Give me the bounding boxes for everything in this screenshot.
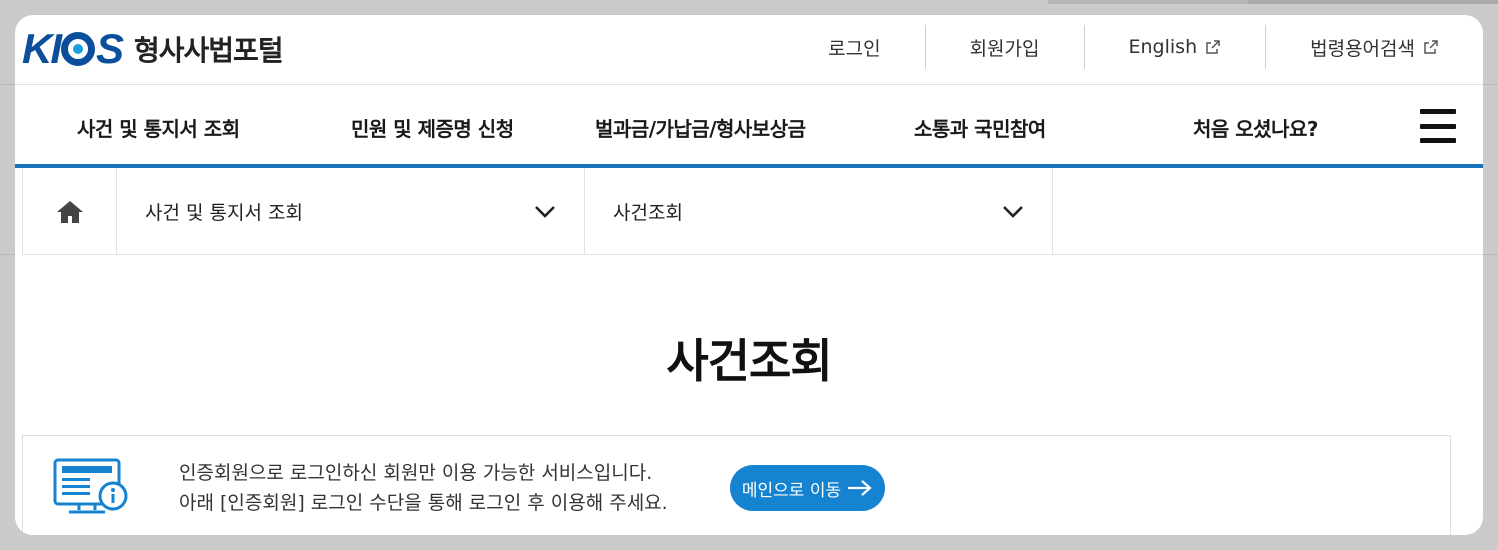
english-link[interactable]: English <box>1083 25 1266 69</box>
monitor-info-icon <box>53 458 128 514</box>
login-label: 로그인 <box>828 37 881 60</box>
legal-terms-label: 법령용어검색 <box>1310 37 1415 60</box>
site-header: KI S 형사사법포털 로그인 회원가입 English 법령용어검색 <box>15 15 1483 85</box>
nav-fines[interactable]: 벌과금/가납금/형사보상금 <box>595 113 806 142</box>
notice-message: 인증회원으로 로그인하신 회원만 이용 가능한 서비스입니다. 아래 [인증회원… <box>179 458 668 518</box>
go-main-label: 메인으로 이동 <box>741 480 842 501</box>
signup-label: 회원가입 <box>969 37 1040 60</box>
breadcrumb-level1-select[interactable]: 사건 및 통지서 조회 <box>117 168 585 255</box>
site-logo[interactable]: KI S 형사사법포털 <box>22 25 284 72</box>
arrow-right-icon <box>848 480 872 496</box>
home-button[interactable] <box>22 168 117 255</box>
background-strip <box>1048 0 1498 4</box>
main-navigation: 사건 및 통지서 조회 민원 및 제증명 신청 벌과금/가납금/형사보상금 소통… <box>15 85 1483 165</box>
utility-menu: 로그인 회원가입 English 법령용어검색 <box>784 25 1483 69</box>
logo-text: 형사사법포털 <box>134 34 284 67</box>
nav-communication[interactable]: 소통과 국민참여 <box>914 113 1046 142</box>
kics-logo-mark: KI S <box>22 25 124 72</box>
nav-first-visit[interactable]: 처음 오셨나요? <box>1193 113 1318 142</box>
external-link-icon <box>1206 40 1220 54</box>
page-title: 사건조회 <box>666 334 832 388</box>
breadcrumb-level2-select[interactable]: 사건조회 <box>585 168 1053 255</box>
english-label: English <box>1128 36 1198 58</box>
login-required-notice: 인증회원으로 로그인하신 회원만 이용 가능한 서비스입니다. 아래 [인증회원… <box>22 435 1451 535</box>
home-icon <box>56 200 83 223</box>
chevron-down-icon <box>535 205 555 218</box>
nav-civil-petition[interactable]: 민원 및 제증명 신청 <box>351 113 514 142</box>
chevron-down-icon <box>1003 205 1023 218</box>
breadcrumb-level2-label: 사건조회 <box>613 202 683 224</box>
external-link-icon <box>1424 40 1438 54</box>
notice-line-1: 인증회원으로 로그인하신 회원만 이용 가능한 서비스입니다. <box>179 462 653 484</box>
breadcrumb-level1-label: 사건 및 통지서 조회 <box>145 202 303 224</box>
breadcrumb: 사건 및 통지서 조회 사건조회 <box>22 168 1483 255</box>
breadcrumb-empty <box>1053 168 1483 254</box>
notice-line-2: 아래 [인증회원] 로그인 수단을 통해 로그인 후 이용해 주세요. <box>179 492 668 514</box>
signup-link[interactable]: 회원가입 <box>924 25 1084 69</box>
hamburger-menu-icon[interactable] <box>1420 109 1456 143</box>
legal-terms-link[interactable]: 법령용어검색 <box>1265 25 1483 69</box>
login-link[interactable]: 로그인 <box>784 25 924 69</box>
popup-card: KI S 형사사법포털 로그인 회원가입 English 법령용어검색 사건 및 … <box>15 15 1483 535</box>
go-main-button[interactable]: 메인으로 이동 <box>730 465 885 511</box>
nav-case-inquiry[interactable]: 사건 및 통지서 조회 <box>77 113 240 142</box>
